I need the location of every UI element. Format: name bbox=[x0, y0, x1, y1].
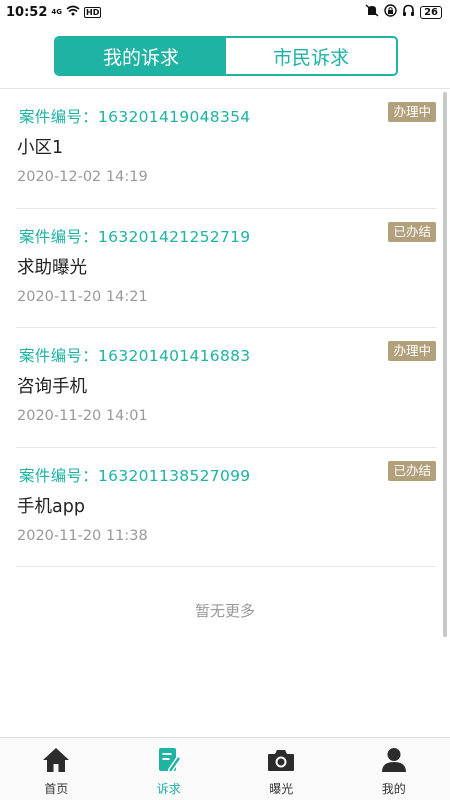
case-date: 2020-11-20 14:21 bbox=[17, 289, 148, 305]
case-title: 求助曝光 bbox=[17, 254, 87, 279]
nav-home[interactable]: 首页 bbox=[0, 738, 113, 800]
status-badge: 办理中 bbox=[388, 341, 436, 361]
tab-my-requests[interactable]: 我的诉求 bbox=[56, 38, 226, 74]
nav-requests[interactable]: 诉求 bbox=[113, 738, 226, 800]
case-card[interactable]: 案件编号：163201401416883 办理中 咨询手机 2020-11-20… bbox=[16, 328, 436, 448]
nav-mine[interactable]: 我的 bbox=[338, 738, 450, 800]
case-date: 2020-11-20 11:38 bbox=[17, 528, 148, 544]
app-root: 10:52 4G HD bbox=[0, 0, 450, 800]
tab-citizen-requests[interactable]: 市民诉求 bbox=[226, 38, 396, 74]
home-icon bbox=[42, 746, 70, 774]
case-number: 案件编号：163201401416883 bbox=[19, 344, 250, 366]
wifi-icon bbox=[66, 5, 80, 20]
case-card[interactable]: 案件编号：163201138527099 已办结 手机app 2020-11-2… bbox=[16, 448, 436, 568]
no-more-text: 暂无更多 bbox=[0, 600, 450, 621]
network-type: 4G bbox=[51, 9, 62, 16]
case-date: 2020-11-20 14:01 bbox=[17, 408, 148, 424]
case-title: 小区1 bbox=[17, 134, 63, 159]
case-title: 咨询手机 bbox=[17, 373, 87, 398]
segmented-tabs: 我的诉求 市民诉求 bbox=[54, 36, 398, 76]
nav-exposure-label: 曝光 bbox=[269, 780, 293, 797]
nav-home-label: 首页 bbox=[44, 780, 68, 797]
lock-icon bbox=[384, 4, 397, 21]
case-number: 案件编号：163201138527099 bbox=[19, 464, 250, 486]
case-number: 案件编号：163201419048354 bbox=[19, 105, 250, 127]
nav-exposure[interactable]: 曝光 bbox=[225, 738, 338, 800]
hd-badge: HD bbox=[84, 7, 101, 18]
vibrate-icon bbox=[365, 4, 379, 21]
case-list: 案件编号：163201419048354 办理中 小区1 2020-12-02 … bbox=[16, 89, 436, 567]
case-card[interactable]: 案件编号：163201421252719 已办结 求助曝光 2020-11-20… bbox=[16, 209, 436, 329]
case-title: 手机app bbox=[17, 493, 85, 518]
case-date: 2020-12-02 14:19 bbox=[17, 169, 148, 185]
status-badge: 已办结 bbox=[388, 461, 436, 481]
scrollbar[interactable] bbox=[443, 92, 447, 637]
headphone-icon bbox=[402, 4, 415, 21]
status-bar: 10:52 4G HD bbox=[0, 0, 450, 24]
nav-requests-label: 诉求 bbox=[157, 780, 181, 797]
status-time: 10:52 bbox=[6, 5, 47, 20]
person-icon bbox=[380, 746, 408, 774]
bottom-nav: 首页 诉求 曝光 bbox=[0, 737, 450, 800]
status-left: 10:52 4G HD bbox=[6, 5, 101, 20]
edit-note-icon bbox=[155, 746, 183, 774]
status-badge: 办理中 bbox=[388, 102, 436, 122]
case-number: 案件编号：163201421252719 bbox=[19, 225, 250, 247]
camera-icon bbox=[267, 746, 295, 774]
status-right: 26 bbox=[365, 4, 442, 21]
nav-mine-label: 我的 bbox=[382, 780, 406, 797]
status-badge: 已办结 bbox=[388, 222, 436, 242]
case-card[interactable]: 案件编号：163201419048354 办理中 小区1 2020-12-02 … bbox=[16, 89, 436, 209]
battery-icon: 26 bbox=[420, 6, 442, 19]
